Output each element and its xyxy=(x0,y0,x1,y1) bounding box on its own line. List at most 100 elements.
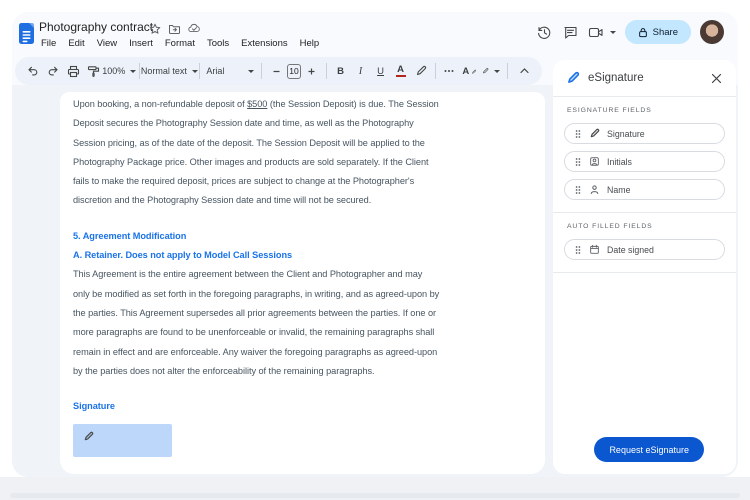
menu-view[interactable]: View xyxy=(91,36,123,51)
doc-paragraph: This Agreement is the entire agreement b… xyxy=(73,265,545,381)
menu-file[interactable]: File xyxy=(35,36,62,51)
undo-button[interactable] xyxy=(24,61,42,81)
paint-format-button[interactable] xyxy=(84,61,102,81)
panel-section: ESIGNATURE FIELDS Signature Initials Name xyxy=(553,97,736,212)
menu-insert[interactable]: Insert xyxy=(123,36,159,51)
redo-button[interactable] xyxy=(44,61,62,81)
doc-line: discretion and the Photography Session d… xyxy=(73,191,545,210)
menu-tools[interactable]: Tools xyxy=(201,36,235,51)
increase-font-size-button[interactable] xyxy=(303,61,321,81)
doc-line: This Agreement is the entire agreement b… xyxy=(73,265,545,284)
field-label: Date signed xyxy=(607,245,654,255)
share-button-label: Share xyxy=(653,27,678,38)
cloud-saved-icon[interactable] xyxy=(188,22,201,35)
spell-pencil-icon xyxy=(472,67,476,76)
paragraph-style-select[interactable]: Normal text xyxy=(145,61,193,81)
share-button[interactable]: Share xyxy=(625,20,691,44)
video-call-icon[interactable] xyxy=(588,24,605,41)
doc-line: Upon booking, a non-refundable deposit o… xyxy=(73,95,545,114)
star-icon[interactable] xyxy=(148,22,161,35)
esignature-panel: eSignature ESIGNATURE FIELDS Signature Ini… xyxy=(553,60,736,474)
toolbar-divider xyxy=(261,63,262,79)
text-color-label: A xyxy=(397,65,404,75)
field-date-signed[interactable]: Date signed xyxy=(564,239,725,260)
print-button[interactable] xyxy=(64,61,82,81)
signature-field-placeholder[interactable] xyxy=(73,424,172,457)
font-select[interactable]: Arial xyxy=(204,61,256,81)
font-size-input[interactable]: 10 xyxy=(287,64,301,79)
move-to-folder-icon[interactable] xyxy=(168,22,181,35)
menu-format[interactable]: Format xyxy=(159,36,201,51)
doc-line: the parties. This Agreement supersedes a… xyxy=(73,304,545,323)
editing-mode-caret-icon xyxy=(494,70,500,73)
document-page[interactable]: Upon booking, a non-refundable deposit o… xyxy=(60,92,545,474)
spell-check-label: A xyxy=(462,66,469,77)
decrease-font-size-button[interactable] xyxy=(267,61,285,81)
spell-check-button[interactable]: A xyxy=(460,61,478,81)
doc-paragraph: Upon booking, a non-refundable deposit o… xyxy=(73,95,545,211)
document-title[interactable]: Photography contract xyxy=(39,20,153,34)
bold-button[interactable]: B xyxy=(332,61,350,81)
field-label: Name xyxy=(607,185,630,195)
doc-heading: 5. Agreement ModificationA. Retainer. Do… xyxy=(73,227,545,266)
panel-title: eSignature xyxy=(588,72,701,84)
doc-line: Photography Package price. Other images … xyxy=(73,153,545,172)
toolbar-divider xyxy=(507,63,508,79)
toolbar: 100% Normal text Arial 10 B I U A xyxy=(15,57,542,85)
close-icon xyxy=(711,73,722,84)
doc-line: remain in effect and are enforceable. An… xyxy=(73,343,545,362)
font-value: Arial xyxy=(206,66,224,76)
collapse-toolbar-button[interactable] xyxy=(515,61,533,81)
doc-line: fails to make the required deposit, pric… xyxy=(73,172,545,191)
person-icon xyxy=(589,184,600,195)
drag-handle-icon xyxy=(574,244,582,256)
comments-icon[interactable] xyxy=(562,24,579,41)
esignature-panel-header: eSignature xyxy=(553,60,736,96)
doc-line: 5. Agreement Modification xyxy=(73,227,545,246)
drag-handle-icon xyxy=(574,184,582,196)
calendar-icon xyxy=(589,244,600,255)
field-name[interactable]: Name xyxy=(564,179,725,200)
doc-line: Session pricing, as of the date of the d… xyxy=(73,134,545,153)
doc-line: more paragraphs are found to be unenforc… xyxy=(73,323,545,342)
account-avatar[interactable] xyxy=(700,20,724,44)
lock-icon xyxy=(638,27,648,38)
text-color-swatch xyxy=(396,75,406,77)
initials-badge-icon xyxy=(589,156,600,167)
drag-handle-icon xyxy=(574,128,582,140)
document-content: Upon booking, a non-refundable deposit o… xyxy=(60,92,545,457)
field-initials[interactable]: Initials xyxy=(564,151,725,172)
panel-section: AUTO FILLED FIELDSDate signed xyxy=(553,213,736,272)
text-color-button[interactable]: A xyxy=(392,61,410,81)
paragraph-style-value: Normal text xyxy=(141,66,187,76)
toolbar-divider xyxy=(199,63,200,79)
section-label: ESIGNATURE FIELDS xyxy=(567,107,725,114)
editing-mode-button[interactable] xyxy=(480,61,502,81)
drag-handle-icon xyxy=(574,156,582,168)
highlight-pen-button[interactable] xyxy=(412,61,430,81)
toolbar-divider xyxy=(326,63,327,79)
signature-pen-icon xyxy=(589,128,600,139)
field-label: Signature xyxy=(607,129,645,139)
doc-line: by the parties does not alter the enforc… xyxy=(73,362,545,381)
esignature-pen-icon xyxy=(566,71,580,85)
request-esignature-button[interactable]: Request eSignature xyxy=(594,437,704,462)
menu-edit[interactable]: Edit xyxy=(62,36,90,51)
signature-pen-icon xyxy=(83,431,94,442)
version-history-icon[interactable] xyxy=(536,24,553,41)
menu-help[interactable]: Help xyxy=(294,36,326,51)
video-call-options-caret-icon[interactable] xyxy=(610,31,616,34)
italic-button[interactable]: I xyxy=(352,61,370,81)
doc-line: Deposit secures the Photography Session … xyxy=(73,114,545,133)
toolbar-divider xyxy=(435,63,436,79)
editing-pen-icon xyxy=(482,65,489,77)
page-background-shadow xyxy=(10,493,740,498)
more-options-button[interactable] xyxy=(440,61,458,81)
zoom-caret-icon xyxy=(130,70,136,73)
zoom-select[interactable]: 100% xyxy=(104,61,134,81)
zoom-value: 100% xyxy=(102,66,125,76)
close-panel-button[interactable] xyxy=(709,71,723,85)
field-signature[interactable]: Signature xyxy=(564,123,725,144)
underline-button[interactable]: U xyxy=(372,61,390,81)
menu-extensions[interactable]: Extensions xyxy=(235,36,293,51)
